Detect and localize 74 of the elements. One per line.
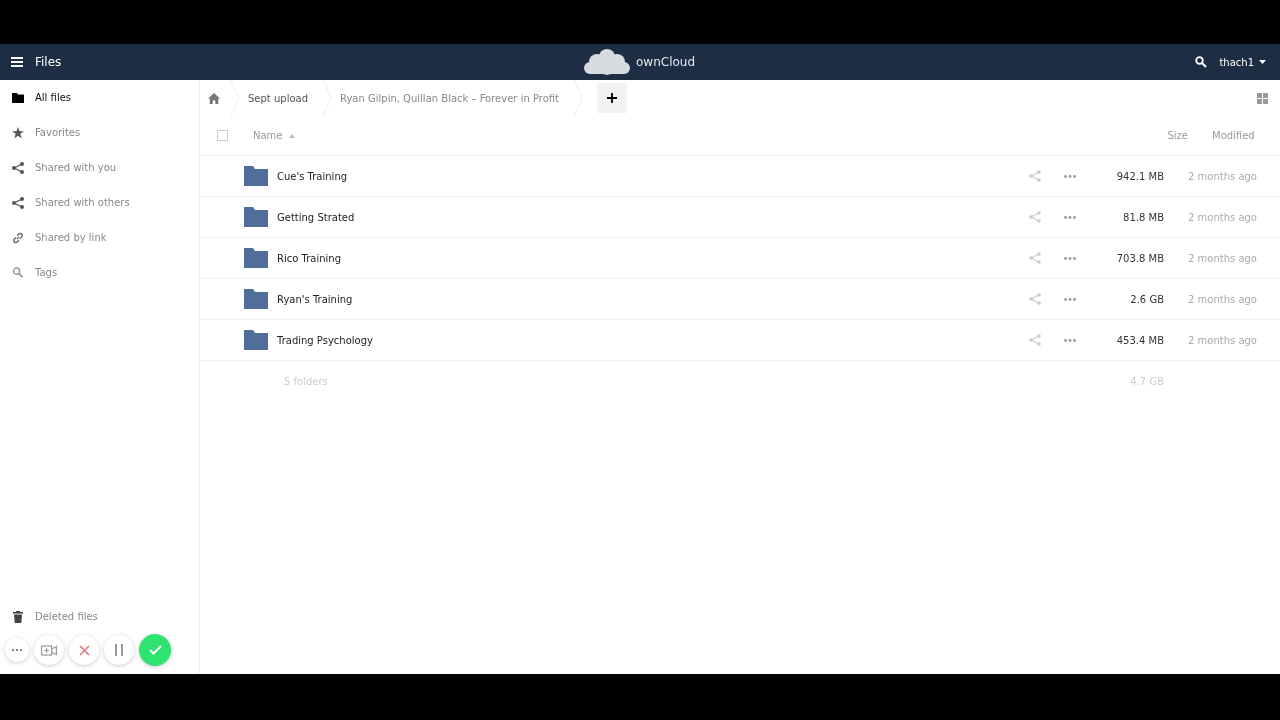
close-icon — [78, 644, 90, 656]
folder-name[interactable]: Getting Strated — [277, 211, 1029, 223]
folder-icon[interactable] — [244, 166, 268, 186]
home-icon[interactable] — [208, 92, 220, 104]
name-column-header[interactable]: Name — [253, 130, 1108, 141]
modified-date: 2 months ago — [1187, 211, 1258, 223]
share-icon[interactable] — [1029, 211, 1041, 223]
folder-name[interactable]: Cue's Training — [277, 170, 1029, 182]
share-icon[interactable] — [1029, 334, 1041, 346]
modified-date: 2 months ago — [1187, 293, 1258, 305]
cloud-logo-icon — [583, 48, 631, 76]
user-menu[interactable]: thach1 — [1217, 56, 1268, 68]
folder-icon[interactable] — [244, 207, 268, 227]
folder-icon[interactable] — [244, 248, 268, 268]
more-button[interactable] — [5, 638, 29, 662]
pause-icon — [115, 644, 123, 656]
new-button[interactable] — [597, 83, 627, 113]
caret-icon — [1259, 60, 1266, 64]
more-icon[interactable] — [1064, 215, 1076, 219]
modified-date: 2 months ago — [1187, 170, 1258, 182]
more-icon[interactable] — [1064, 256, 1076, 260]
menu-icon[interactable] — [11, 57, 23, 67]
check-icon — [148, 645, 162, 655]
search-icon[interactable] — [1195, 56, 1208, 68]
file-size: 453.4 MB — [1115, 334, 1164, 346]
grid-view-icon[interactable] — [1257, 92, 1268, 104]
select-all-checkbox[interactable] — [216, 130, 228, 141]
folder-icon — [12, 92, 24, 103]
share-icon — [12, 196, 24, 209]
search-icon — [12, 267, 24, 278]
plus-icon — [607, 93, 617, 103]
more-icon[interactable] — [1064, 297, 1076, 301]
done-button[interactable] — [139, 634, 171, 666]
folder-icon[interactable] — [244, 330, 268, 350]
more-icon[interactable] — [1064, 174, 1076, 178]
sidebar-item[interactable]: Tags — [0, 255, 199, 290]
file-size: 2.6 GB — [1129, 293, 1164, 305]
pause-button[interactable] — [104, 635, 134, 665]
file-size: 703.8 MB — [1115, 252, 1164, 264]
folder-name[interactable]: Trading Psychology — [277, 334, 1029, 346]
folder-name[interactable]: Ryan's Training — [277, 293, 1029, 305]
chevron-icon — [230, 80, 240, 116]
file-size: 942.1 MB — [1115, 170, 1164, 182]
more-icon[interactable] — [1064, 338, 1076, 342]
app-title[interactable]: Files — [35, 55, 62, 69]
video-camera-icon — [41, 644, 57, 656]
file-size: 81.8 MB — [1122, 211, 1164, 223]
modified-date: 2 months ago — [1187, 334, 1258, 346]
share-icon — [12, 161, 24, 174]
sort-icon — [288, 133, 295, 138]
sidebar-item[interactable]: Favorites — [0, 115, 199, 150]
trash-icon — [12, 610, 24, 623]
sidebar-item[interactable]: All files — [0, 80, 199, 115]
folder-name[interactable]: Rico Training — [277, 252, 1029, 264]
sidebar-item[interactable]: Shared by link — [0, 220, 199, 255]
share-icon[interactable] — [1029, 170, 1041, 182]
star-icon — [12, 126, 24, 139]
size-column-header[interactable]: Size — [1108, 130, 1188, 141]
share-icon[interactable] — [1029, 252, 1041, 264]
breadcrumb-link[interactable]: Ryan Gilpin, Quillan Black – Forever in Profit — [340, 92, 559, 104]
modified-column-header[interactable]: Modified — [1188, 130, 1280, 141]
folder-icon[interactable] — [244, 289, 268, 309]
chevron-icon — [322, 80, 332, 116]
share-icon[interactable] — [1029, 293, 1041, 305]
breadcrumb-link[interactable]: Sept upload — [248, 92, 308, 104]
link-icon — [12, 231, 24, 244]
sidebar-item[interactable]: Shared with others — [0, 185, 199, 220]
sidebar-item[interactable]: Deleted files — [0, 599, 199, 634]
sidebar-item[interactable]: Shared with you — [0, 150, 199, 185]
modified-date: 2 months ago — [1187, 252, 1258, 264]
chevron-icon — [573, 80, 583, 116]
camera-button[interactable] — [34, 635, 64, 665]
cancel-button[interactable] — [69, 635, 99, 665]
brand-name: ownCloud — [636, 55, 696, 69]
